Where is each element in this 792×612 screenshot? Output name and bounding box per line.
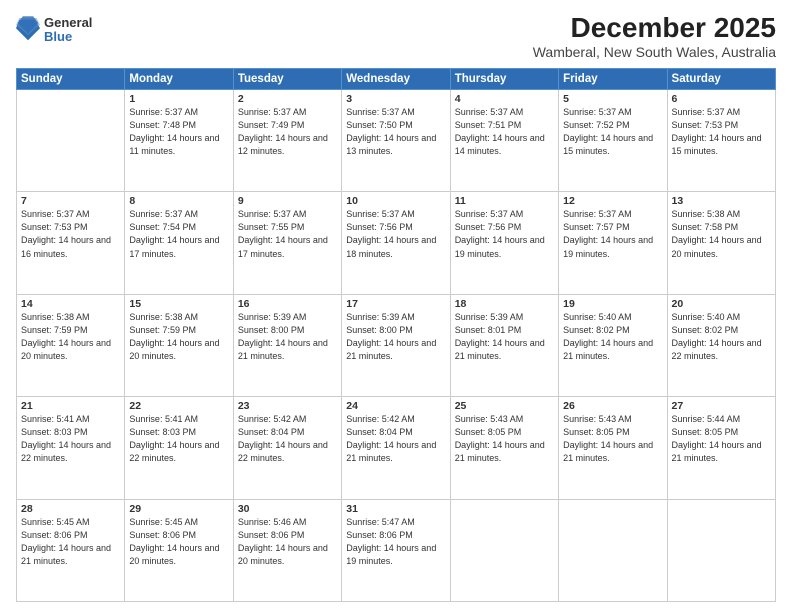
table-row [17, 90, 125, 192]
col-thursday: Thursday [450, 69, 558, 90]
table-row: 10Sunrise: 5:37 AMSunset: 7:56 PMDayligh… [342, 192, 450, 294]
col-tuesday: Tuesday [233, 69, 341, 90]
table-row: 8Sunrise: 5:37 AMSunset: 7:54 PMDaylight… [125, 192, 233, 294]
table-row [450, 499, 558, 601]
table-row: 27Sunrise: 5:44 AMSunset: 8:05 PMDayligh… [667, 397, 775, 499]
table-row: 1Sunrise: 5:37 AMSunset: 7:48 PMDaylight… [125, 90, 233, 192]
table-row [667, 499, 775, 601]
logo: General Blue [16, 16, 92, 45]
table-row: 5Sunrise: 5:37 AMSunset: 7:52 PMDaylight… [559, 90, 667, 192]
table-row: 16Sunrise: 5:39 AMSunset: 8:00 PMDayligh… [233, 294, 341, 396]
table-row: 15Sunrise: 5:38 AMSunset: 7:59 PMDayligh… [125, 294, 233, 396]
col-sunday: Sunday [17, 69, 125, 90]
table-row: 11Sunrise: 5:37 AMSunset: 7:56 PMDayligh… [450, 192, 558, 294]
title-block: December 2025 Wamberal, New South Wales,… [533, 12, 776, 60]
table-row: 28Sunrise: 5:45 AMSunset: 8:06 PMDayligh… [17, 499, 125, 601]
table-row: 6Sunrise: 5:37 AMSunset: 7:53 PMDaylight… [667, 90, 775, 192]
table-row: 4Sunrise: 5:37 AMSunset: 7:51 PMDaylight… [450, 90, 558, 192]
table-row: 31Sunrise: 5:47 AMSunset: 8:06 PMDayligh… [342, 499, 450, 601]
table-row: 19Sunrise: 5:40 AMSunset: 8:02 PMDayligh… [559, 294, 667, 396]
top-section: General Blue December 2025 Wamberal, New… [16, 12, 776, 60]
table-row: 22Sunrise: 5:41 AMSunset: 8:03 PMDayligh… [125, 397, 233, 499]
table-row: 9Sunrise: 5:37 AMSunset: 7:55 PMDaylight… [233, 192, 341, 294]
table-row: 24Sunrise: 5:42 AMSunset: 8:04 PMDayligh… [342, 397, 450, 499]
table-row: 7Sunrise: 5:37 AMSunset: 7:53 PMDaylight… [17, 192, 125, 294]
table-row: 25Sunrise: 5:43 AMSunset: 8:05 PMDayligh… [450, 397, 558, 499]
table-row: 23Sunrise: 5:42 AMSunset: 8:04 PMDayligh… [233, 397, 341, 499]
table-row: 29Sunrise: 5:45 AMSunset: 8:06 PMDayligh… [125, 499, 233, 601]
table-row [559, 499, 667, 601]
page: General Blue December 2025 Wamberal, New… [0, 0, 792, 612]
table-row: 26Sunrise: 5:43 AMSunset: 8:05 PMDayligh… [559, 397, 667, 499]
calendar-subtitle: Wamberal, New South Wales, Australia [533, 44, 776, 60]
calendar-title: December 2025 [533, 12, 776, 44]
table-row: 14Sunrise: 5:38 AMSunset: 7:59 PMDayligh… [17, 294, 125, 396]
logo-text: General Blue [44, 16, 92, 45]
col-saturday: Saturday [667, 69, 775, 90]
table-row: 12Sunrise: 5:37 AMSunset: 7:57 PMDayligh… [559, 192, 667, 294]
table-row: 3Sunrise: 5:37 AMSunset: 7:50 PMDaylight… [342, 90, 450, 192]
col-friday: Friday [559, 69, 667, 90]
logo-blue: Blue [44, 30, 92, 44]
table-row: 20Sunrise: 5:40 AMSunset: 8:02 PMDayligh… [667, 294, 775, 396]
table-row: 18Sunrise: 5:39 AMSunset: 8:01 PMDayligh… [450, 294, 558, 396]
logo-general: General [44, 16, 92, 30]
table-row: 17Sunrise: 5:39 AMSunset: 8:00 PMDayligh… [342, 294, 450, 396]
col-monday: Monday [125, 69, 233, 90]
logo-icon [16, 16, 40, 44]
table-row: 13Sunrise: 5:38 AMSunset: 7:58 PMDayligh… [667, 192, 775, 294]
table-row: 21Sunrise: 5:41 AMSunset: 8:03 PMDayligh… [17, 397, 125, 499]
col-wednesday: Wednesday [342, 69, 450, 90]
table-row: 30Sunrise: 5:46 AMSunset: 8:06 PMDayligh… [233, 499, 341, 601]
header-row: Sunday Monday Tuesday Wednesday Thursday… [17, 69, 776, 90]
calendar-table: Sunday Monday Tuesday Wednesday Thursday… [16, 68, 776, 602]
table-row: 2Sunrise: 5:37 AMSunset: 7:49 PMDaylight… [233, 90, 341, 192]
